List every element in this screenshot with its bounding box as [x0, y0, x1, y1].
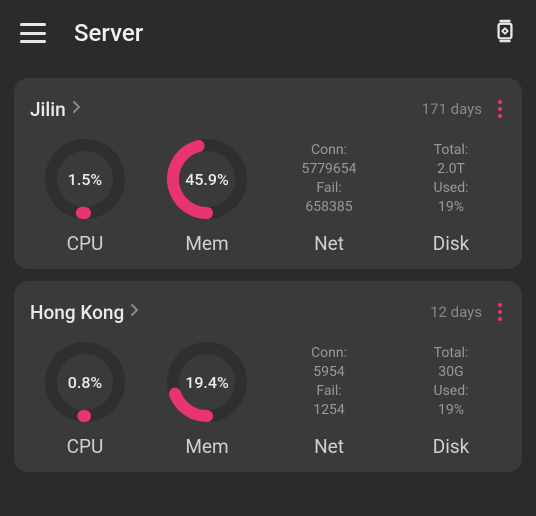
server-card-header: Jilin 171 days: [30, 96, 506, 122]
net-conn-value: 5779654: [301, 160, 356, 179]
disk-total-label: Total:: [434, 344, 469, 363]
net-label: Net: [314, 435, 344, 458]
disk-used-value: 19%: [438, 198, 464, 217]
cpu-gauge: 0.8%: [40, 337, 130, 427]
net-fail-value: 1254: [313, 401, 344, 420]
cpu-label: CPU: [67, 232, 104, 255]
net-conn-label: Conn:: [311, 141, 347, 160]
disk-column: Total: 30G Used: 19% Disk: [396, 337, 506, 458]
server-card-header: Hong Kong 12 days: [30, 299, 506, 325]
server-name-label: Hong Kong: [30, 301, 124, 324]
net-fail-value: 658385: [305, 198, 352, 217]
net-conn-value: 5954: [313, 363, 344, 382]
server-card: Hong Kong 12 days 0.8% CPU 19: [14, 281, 522, 472]
disk-total-value: 2.0T: [437, 160, 465, 179]
disk-total-value: 30G: [438, 363, 463, 382]
net-stats: Conn: 5954 Fail: 1254: [274, 337, 384, 427]
net-fail-label: Fail:: [316, 179, 341, 198]
disk-used-value: 19%: [438, 401, 464, 420]
mem-gauge: 19.4%: [162, 337, 252, 427]
net-column: Conn: 5779654 Fail: 658385 Net: [274, 134, 384, 255]
server-uptime: 171 days: [422, 100, 482, 118]
cpu-column: 1.5% CPU: [30, 134, 140, 255]
disk-used-label: Used:: [433, 382, 468, 401]
mem-label: Mem: [185, 232, 228, 255]
disk-label: Disk: [433, 435, 470, 458]
net-stats: Conn: 5779654 Fail: 658385: [274, 134, 384, 224]
mem-value: 45.9%: [162, 134, 252, 224]
dev-mode-icon[interactable]: [494, 18, 516, 48]
disk-label: Disk: [433, 232, 470, 255]
disk-column: Total: 2.0T Used: 19% Disk: [396, 134, 506, 255]
net-fail-label: Fail:: [316, 382, 341, 401]
disk-stats: Total: 30G Used: 19%: [396, 337, 506, 427]
server-name-link[interactable]: Jilin: [30, 98, 82, 121]
more-icon[interactable]: [494, 299, 506, 325]
cpu-value: 0.8%: [40, 337, 130, 427]
cpu-label: CPU: [67, 435, 104, 458]
net-conn-label: Conn:: [311, 344, 347, 363]
mem-column: 19.4% Mem: [152, 337, 262, 458]
page-title: Server: [74, 19, 466, 47]
cpu-value: 1.5%: [40, 134, 130, 224]
mem-label: Mem: [185, 435, 228, 458]
disk-total-label: Total:: [434, 141, 469, 160]
more-icon[interactable]: [494, 96, 506, 122]
cpu-column: 0.8% CPU: [30, 337, 140, 458]
net-label: Net: [314, 232, 344, 255]
server-card: Jilin 171 days 1.5% CPU 45.9%: [14, 78, 522, 269]
cpu-gauge: 1.5%: [40, 134, 130, 224]
metrics-row: 0.8% CPU 19.4% Mem Conn: 5954 Fail: 1254…: [30, 337, 506, 458]
chevron-right-icon: [72, 101, 82, 117]
menu-icon[interactable]: [20, 23, 46, 43]
app-header: Server: [0, 0, 536, 66]
server-name-label: Jilin: [30, 98, 66, 121]
mem-gauge: 45.9%: [162, 134, 252, 224]
server-name-link[interactable]: Hong Kong: [30, 301, 140, 324]
disk-used-label: Used:: [433, 179, 468, 198]
metrics-row: 1.5% CPU 45.9% Mem Conn: 5779654 Fail: 6…: [30, 134, 506, 255]
disk-stats: Total: 2.0T Used: 19%: [396, 134, 506, 224]
net-column: Conn: 5954 Fail: 1254 Net: [274, 337, 384, 458]
chevron-right-icon: [130, 304, 140, 320]
mem-column: 45.9% Mem: [152, 134, 262, 255]
server-uptime: 12 days: [430, 303, 482, 321]
mem-value: 19.4%: [162, 337, 252, 427]
